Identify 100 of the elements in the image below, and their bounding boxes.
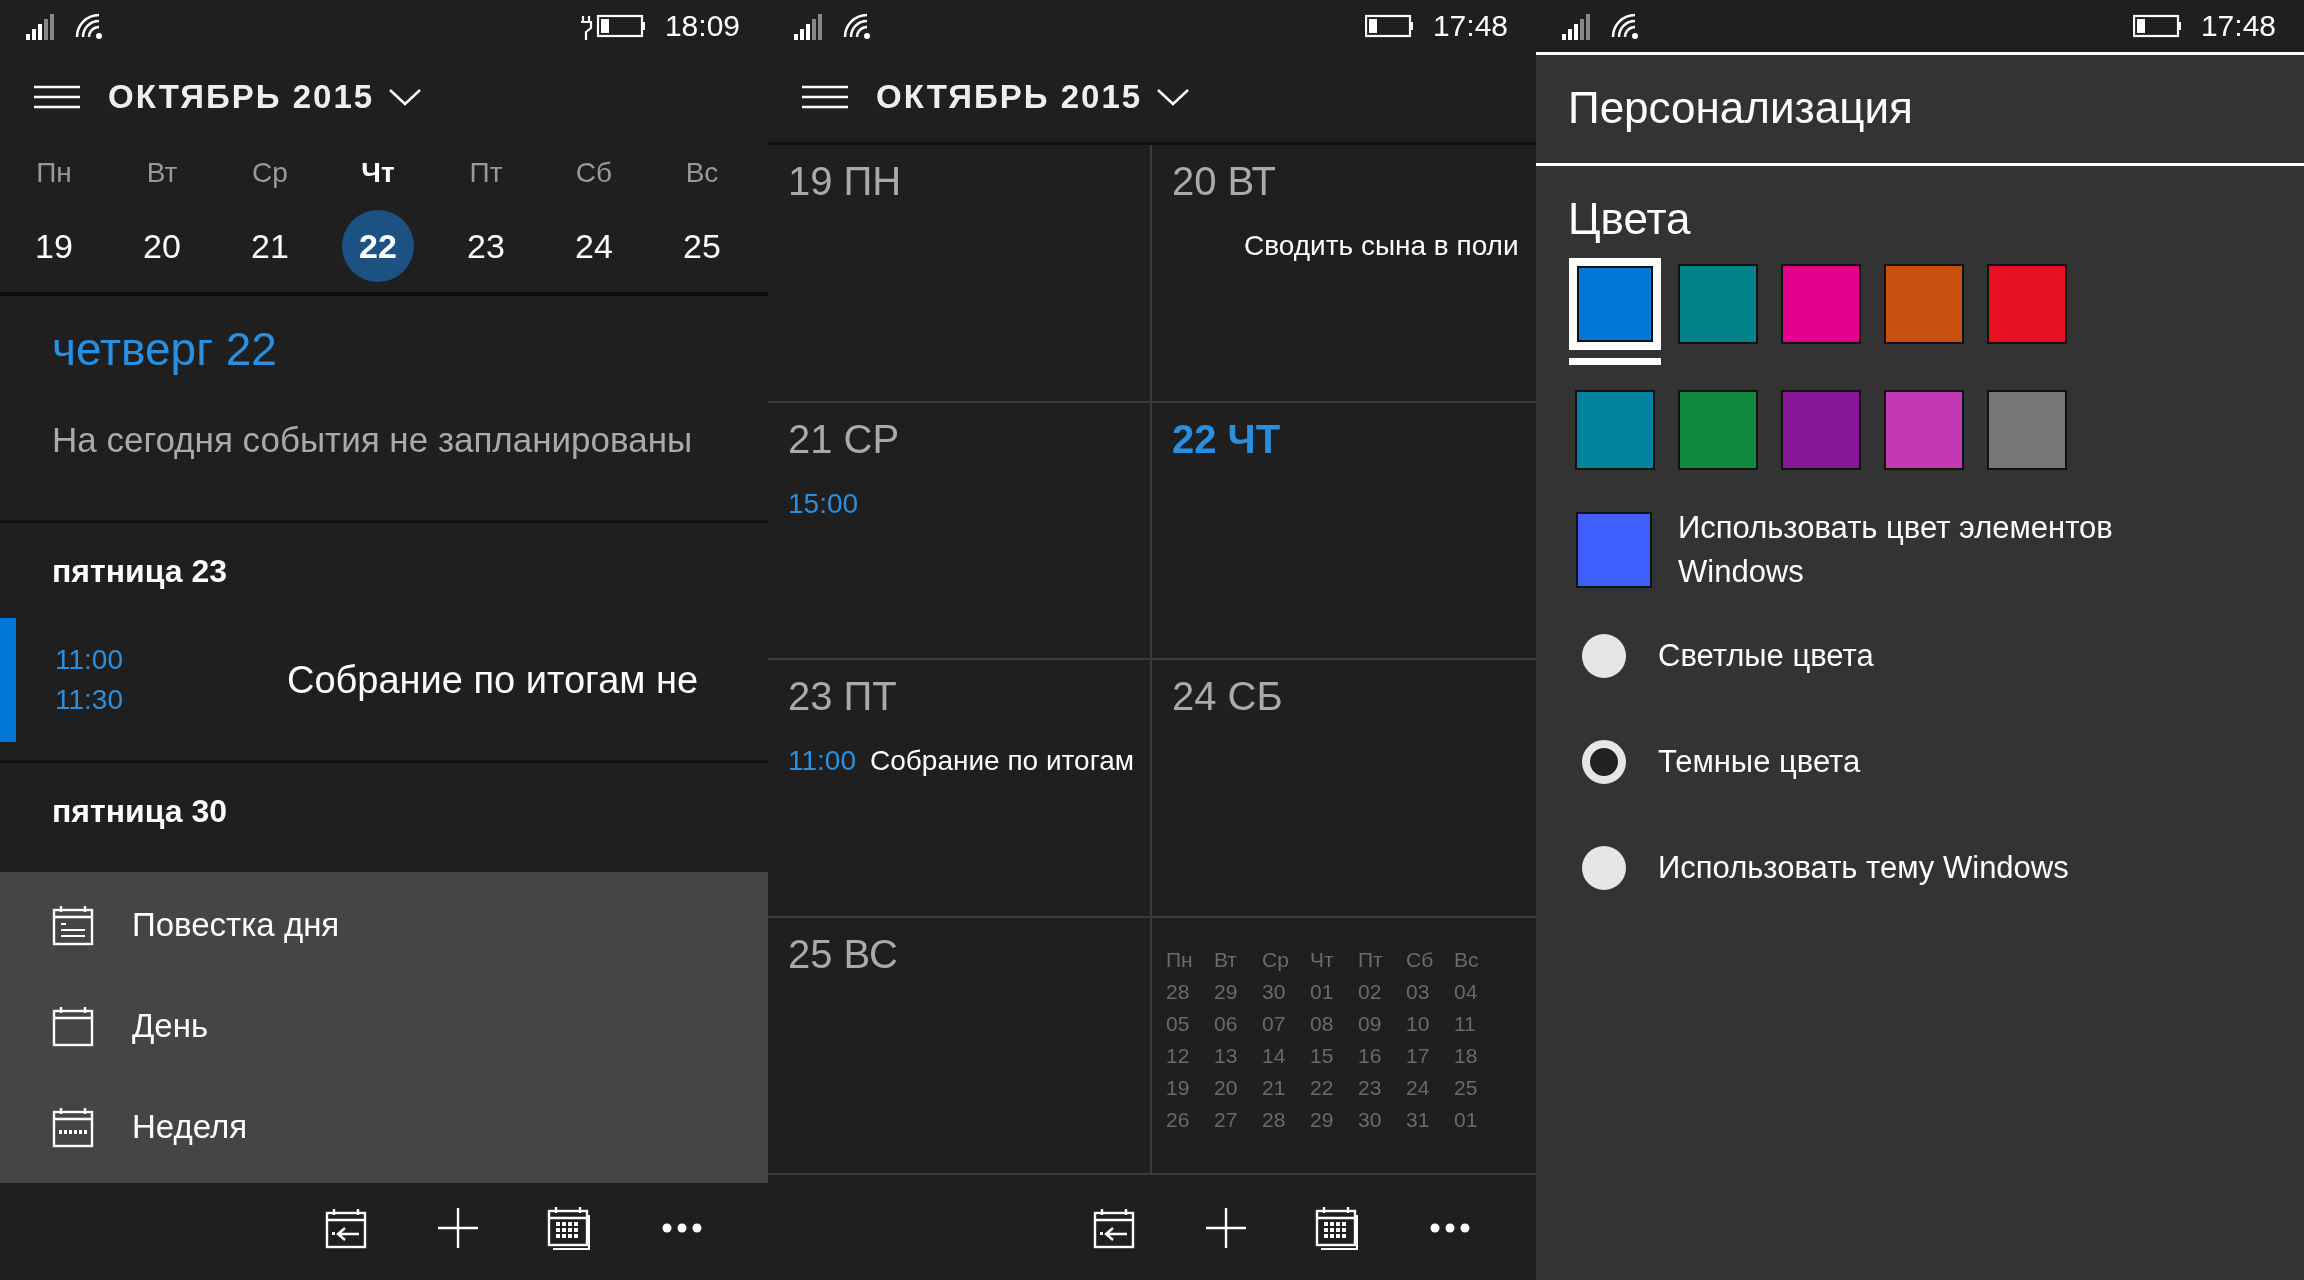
color-swatch[interactable] bbox=[1987, 264, 2067, 344]
day-heading: четверг 22 bbox=[52, 322, 278, 376]
day-label[interactable]: 23 ПТ bbox=[788, 674, 897, 718]
calendar-grid-icon bbox=[1315, 1204, 1361, 1251]
calendar-arrow-icon bbox=[325, 1206, 367, 1249]
date-label: 16 bbox=[1358, 1043, 1383, 1069]
date-button[interactable]: 21 bbox=[234, 210, 306, 282]
month-picker-button[interactable]: ОКТЯБРЬ 2015 bbox=[876, 78, 1191, 116]
empty-message: На сегодня события не запланированы bbox=[52, 420, 694, 460]
calendar-week-icon bbox=[52, 1105, 94, 1148]
menu-item[interactable]: Повестка дня bbox=[0, 902, 768, 947]
signal-icon bbox=[1562, 12, 1592, 40]
weekday-label: Чт bbox=[1310, 947, 1335, 973]
day-label[interactable]: 21 СР bbox=[788, 416, 900, 461]
date-button[interactable]: 20 bbox=[126, 210, 198, 282]
color-swatch[interactable] bbox=[1678, 390, 1758, 470]
date-button[interactable]: 19 bbox=[18, 210, 90, 282]
calendar-arrow-icon bbox=[1093, 1206, 1135, 1249]
color-swatch[interactable] bbox=[1781, 264, 1861, 344]
more-icon bbox=[662, 1222, 702, 1233]
date-label: 04 bbox=[1454, 979, 1479, 1005]
wifi-icon bbox=[842, 12, 872, 40]
date-button[interactable]: 25 bbox=[666, 210, 738, 282]
day-label[interactable]: 20 ВТ bbox=[1172, 159, 1277, 203]
color-swatch[interactable] bbox=[1884, 390, 1964, 470]
event-start-time: 11:00 bbox=[55, 644, 124, 676]
signal-icon bbox=[26, 12, 56, 40]
weekday-label: Вт bbox=[1214, 947, 1238, 973]
more-icon bbox=[1430, 1222, 1470, 1233]
date-label: 03 bbox=[1406, 979, 1431, 1005]
date-label: 20 bbox=[1214, 1075, 1239, 1101]
day-heading: пятница 23 bbox=[51, 552, 228, 591]
day-label[interactable]: 22 ЧТ bbox=[1172, 416, 1281, 461]
weekday-label: Вт bbox=[146, 156, 178, 190]
color-swatch[interactable] bbox=[1678, 264, 1758, 344]
clock-time: 17:48 bbox=[2200, 9, 2276, 43]
date-label: 23 bbox=[1358, 1075, 1383, 1101]
event-time: 11:00 bbox=[788, 745, 856, 777]
date-label: 06 bbox=[1214, 1011, 1239, 1037]
color-swatch[interactable] bbox=[1576, 512, 1652, 588]
chevron-down-icon bbox=[1156, 87, 1191, 107]
date-label: 05 bbox=[1166, 1011, 1191, 1037]
menu-icon bbox=[34, 85, 80, 109]
signal-icon bbox=[794, 12, 824, 40]
date-label: 10 bbox=[1406, 1011, 1431, 1037]
option-label: Использовать цвет элементов Windows bbox=[1678, 509, 2114, 591]
calendar-list-icon bbox=[52, 903, 94, 946]
event-end-time: 11:30 bbox=[55, 684, 124, 716]
weekday-label: Пн bbox=[1166, 947, 1194, 973]
date-label: 28 bbox=[1166, 979, 1191, 1005]
theme-option[interactable]: Использовать тему Windows bbox=[1582, 846, 2304, 890]
menu-item[interactable]: День bbox=[0, 1003, 768, 1048]
radio-button[interactable] bbox=[1582, 846, 1626, 890]
date-label: 29 bbox=[1214, 979, 1239, 1005]
color-swatch[interactable] bbox=[1781, 390, 1861, 470]
date-label: 09 bbox=[1358, 1011, 1383, 1037]
menu-item[interactable]: Неделя bbox=[0, 1104, 768, 1149]
date-button[interactable]: 23 bbox=[450, 210, 522, 282]
wifi-icon bbox=[1610, 12, 1640, 40]
clock-time: 18:09 bbox=[664, 9, 740, 43]
day-label[interactable]: 25 ВС bbox=[788, 931, 898, 976]
menu-icon bbox=[802, 85, 848, 109]
date-label: 13 bbox=[1214, 1043, 1239, 1069]
radio-button[interactable] bbox=[1582, 634, 1626, 678]
date-label: 17 bbox=[1406, 1043, 1431, 1069]
wifi-icon bbox=[74, 12, 104, 40]
weekday-label: Пт bbox=[1358, 947, 1384, 973]
month-picker-button[interactable]: ОКТЯБРЬ 2015 bbox=[108, 78, 423, 116]
date-label: 19 bbox=[1166, 1075, 1191, 1101]
menu-button[interactable] bbox=[802, 85, 848, 109]
radio-button[interactable] bbox=[1582, 740, 1626, 784]
calendar-icon bbox=[52, 1004, 94, 1047]
date-label: 01 bbox=[1310, 979, 1335, 1005]
color-swatch[interactable] bbox=[1575, 390, 1655, 470]
date-label: 08 bbox=[1310, 1011, 1335, 1037]
date-label: 14 bbox=[1262, 1043, 1287, 1069]
date-label: 29 bbox=[1310, 1107, 1335, 1133]
date-label: 07 bbox=[1262, 1011, 1287, 1037]
day-label[interactable]: 19 ПН bbox=[788, 159, 902, 203]
event-title: Собрание по итогам не bbox=[287, 658, 699, 702]
date-button[interactable]: 22 bbox=[342, 210, 414, 282]
event-title[interactable]: Сводить сына в поли bbox=[1244, 230, 1519, 262]
clock-time: 17:48 bbox=[1432, 9, 1508, 43]
day-label[interactable]: 24 СБ bbox=[1172, 674, 1283, 718]
day-heading: пятница 30 bbox=[51, 792, 228, 831]
color-swatch[interactable] bbox=[1884, 264, 1964, 344]
color-swatch[interactable] bbox=[1987, 390, 2067, 470]
weekday-label: Вс bbox=[685, 156, 719, 190]
date-label: 28 bbox=[1262, 1107, 1287, 1133]
weekday-label: Ср bbox=[1262, 947, 1290, 973]
date-label: 02 bbox=[1358, 979, 1383, 1005]
event-item[interactable]: 11:00 11:30 Собрание по итогам не bbox=[0, 618, 768, 742]
page-title: Персонализация bbox=[1536, 55, 2304, 166]
date-label: 18 bbox=[1454, 1043, 1479, 1069]
date-button[interactable]: 24 bbox=[558, 210, 630, 282]
menu-button[interactable] bbox=[34, 85, 80, 109]
theme-option[interactable]: Темные цвета bbox=[1582, 740, 2304, 784]
date-label: 22 bbox=[1310, 1075, 1335, 1101]
event-title[interactable]: Собрание по итогам bbox=[870, 745, 1135, 777]
theme-option[interactable]: Светлые цвета bbox=[1582, 634, 2304, 678]
